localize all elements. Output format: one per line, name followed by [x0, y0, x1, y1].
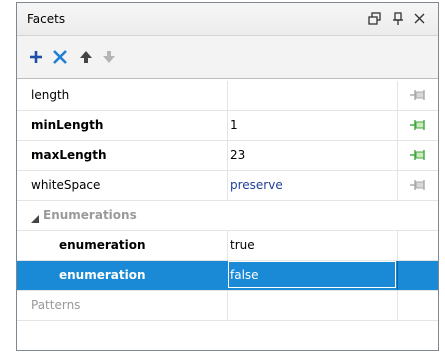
- facet-name: maxLength: [31, 148, 107, 162]
- pin-icon[interactable]: [389, 10, 407, 28]
- pin-active-icon[interactable]: [408, 118, 428, 132]
- close-icon[interactable]: [411, 10, 429, 28]
- restore-icon[interactable]: [366, 10, 384, 28]
- panel-title: Facets: [27, 12, 66, 26]
- facet-name: minLength: [31, 118, 104, 132]
- facet-value[interactable]: 23: [230, 141, 245, 170]
- enumeration-row-selected[interactable]: enumeration false: [17, 261, 438, 291]
- pin-inactive-icon[interactable]: [408, 88, 428, 102]
- facets-panel: Facets length minLength 1 maxLength 23 w…: [16, 2, 439, 351]
- facets-toolbar: [17, 36, 438, 79]
- value-edit-field[interactable]: false: [228, 261, 396, 288]
- group-row-enumerations[interactable]: Enumerations: [17, 201, 438, 231]
- group-label: Enumerations: [43, 208, 137, 222]
- facets-grid: length minLength 1 maxLength 23 whiteSpa…: [17, 81, 438, 321]
- facet-row-maxlength[interactable]: maxLength 23: [17, 141, 438, 171]
- pin-active-icon[interactable]: [408, 148, 428, 162]
- remove-icon[interactable]: [50, 47, 70, 67]
- pin-inactive-icon[interactable]: [408, 178, 428, 192]
- facet-name: length: [31, 88, 70, 102]
- move-down-icon: [99, 47, 119, 67]
- facet-row-length[interactable]: length: [17, 81, 438, 111]
- facet-row-minlength[interactable]: minLength 1: [17, 111, 438, 141]
- facet-value[interactable]: preserve: [230, 171, 283, 200]
- facet-value[interactable]: 1: [230, 111, 238, 140]
- panel-titlebar: Facets: [17, 3, 438, 36]
- enumeration-row[interactable]: enumeration true: [17, 231, 438, 261]
- group-label: Patterns: [31, 298, 81, 312]
- group-row-patterns[interactable]: Patterns: [17, 291, 438, 321]
- facet-row-whitespace[interactable]: whiteSpace preserve: [17, 171, 438, 201]
- expand-arrow-icon[interactable]: [31, 212, 39, 223]
- facet-value[interactable]: true: [230, 231, 255, 260]
- facet-name: whiteSpace: [31, 178, 101, 192]
- edit-value-text: false: [230, 268, 259, 282]
- move-up-icon[interactable]: [76, 47, 96, 67]
- facet-name: enumeration: [59, 238, 146, 252]
- add-icon[interactable]: [26, 47, 46, 67]
- facet-name: enumeration: [59, 268, 146, 282]
